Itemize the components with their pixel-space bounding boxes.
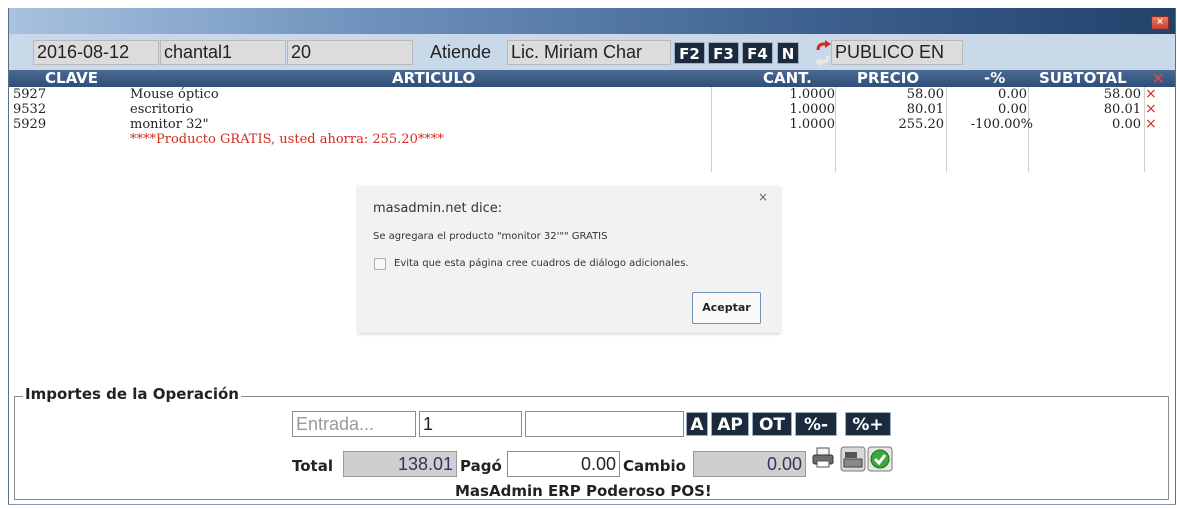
cantidad-input[interactable]: 1	[419, 411, 522, 437]
title-bar: ×	[9, 8, 1175, 34]
promo-row: ****Producto GRATIS, usted ahorra: 255.2…	[9, 132, 1175, 147]
attends-label: Atiende	[430, 42, 492, 62]
attendant-field[interactable]: Lic. Miriam Char	[507, 40, 671, 65]
n-button[interactable]: N	[777, 42, 799, 64]
total-value: 138.01	[343, 451, 457, 477]
footer-tagline: MasAdmin ERP Poderoso POS!	[455, 482, 712, 500]
row-subtotal: 0.00	[1112, 117, 1141, 132]
delete-row-icon[interactable]: ×	[1145, 87, 1157, 102]
client-field[interactable]: PUBLICO EN	[831, 40, 963, 65]
promo-note: ****Producto GRATIS, usted ahorra: 255.2…	[130, 132, 444, 147]
dialog-ok-button[interactable]: Aceptar	[692, 292, 761, 324]
row-precio: 255.20	[898, 117, 945, 132]
row-cant: 1.0000	[789, 87, 836, 102]
row-articulo: monitor 32"	[130, 117, 209, 132]
col-clave: CLAVE	[45, 69, 99, 87]
row-subtotal: 80.01	[1103, 102, 1141, 117]
a-button[interactable]: A	[686, 412, 708, 436]
col-cant: CANT.	[763, 69, 812, 87]
row-articulo: Mouse óptico	[130, 87, 219, 102]
info-bar: 2016-08-12 chantal1 20 Atiende Lic. Miri…	[9, 34, 1175, 70]
importes-legend: Importes de la Operación	[23, 385, 241, 403]
row-cant: 1.0000	[789, 117, 836, 132]
dialog-title: masadmin.net dice:	[373, 201, 503, 216]
table-row[interactable]: 9532 escritorio 1.0000 80.01 0.00 80.01 …	[9, 102, 1175, 118]
printer-icon[interactable]	[811, 446, 837, 470]
entrada-input[interactable]: Entrada...	[292, 411, 416, 437]
dialog-close-icon[interactable]: ×	[758, 190, 768, 204]
delete-row-icon[interactable]: ×	[1145, 117, 1157, 132]
alert-dialog: × masadmin.net dice: Se agregara el prod…	[358, 186, 780, 333]
col-precio: PRECIO	[857, 69, 920, 87]
col-descuento: -%	[984, 69, 1006, 87]
f3-button[interactable]: F3	[708, 42, 739, 64]
terminal-field[interactable]: 20	[287, 40, 413, 65]
row-descuento: 0.00	[998, 87, 1027, 102]
cambio-value: 0.00	[693, 451, 806, 477]
table-row[interactable]: 5927 Mouse óptico 1.0000 58.00 0.00 58.0…	[9, 87, 1175, 103]
column-header: CLAVE ARTICULO CANT. PRECIO -% SUBTOTAL …	[9, 70, 1175, 87]
check-circle-icon[interactable]	[867, 446, 893, 472]
cambio-label: Cambio	[623, 457, 686, 475]
row-clave: 5927	[13, 87, 47, 102]
total-label: Total	[292, 457, 333, 475]
ot-button[interactable]: OT	[752, 412, 792, 436]
date-field[interactable]: 2016-08-12	[33, 40, 159, 65]
f2-button[interactable]: F2	[674, 42, 705, 64]
row-descuento: -100.00%	[970, 117, 1033, 132]
ap-button[interactable]: AP	[711, 412, 749, 436]
suppress-dialogs-label[interactable]: Evita que esta página cree cuadros de di…	[394, 258, 689, 269]
col-subtotal: SUBTOTAL	[1039, 69, 1127, 87]
discount-minus-button[interactable]: %-	[795, 412, 837, 436]
discount-plus-button[interactable]: %+	[845, 412, 891, 436]
delete-all-icon[interactable]: ×	[1152, 70, 1165, 87]
f4-button[interactable]: F4	[742, 42, 773, 64]
suppress-dialogs-checkbox[interactable]	[374, 258, 386, 270]
delete-row-icon[interactable]: ×	[1145, 102, 1157, 117]
table-row[interactable]: 5929 monitor 32" 1.0000 255.20 -100.00% …	[9, 117, 1175, 133]
row-subtotal: 58.00	[1103, 87, 1141, 102]
extra-input[interactable]	[525, 411, 684, 437]
row-clave: 9532	[13, 102, 47, 117]
row-clave: 5929	[13, 117, 47, 132]
dialog-message: Se agregara el producto "monitor 32'"" G…	[373, 231, 608, 242]
col-articulo: ARTICULO	[392, 69, 476, 87]
pago-input[interactable]: 0.00	[507, 451, 620, 477]
row-articulo: escritorio	[130, 102, 194, 117]
user-field[interactable]: chantal1	[160, 40, 286, 65]
swap-arrows-icon[interactable]	[814, 40, 832, 66]
row-cant: 1.0000	[789, 102, 836, 117]
window-close-button[interactable]: ×	[1151, 16, 1169, 30]
row-precio: 80.01	[906, 102, 944, 117]
row-precio: 58.00	[906, 87, 944, 102]
cash-register-icon[interactable]	[840, 446, 866, 472]
items-table: 5927 Mouse óptico 1.0000 58.00 0.00 58.0…	[9, 87, 1175, 172]
pago-label: Pagó	[460, 457, 502, 475]
row-descuento: 0.00	[998, 102, 1027, 117]
